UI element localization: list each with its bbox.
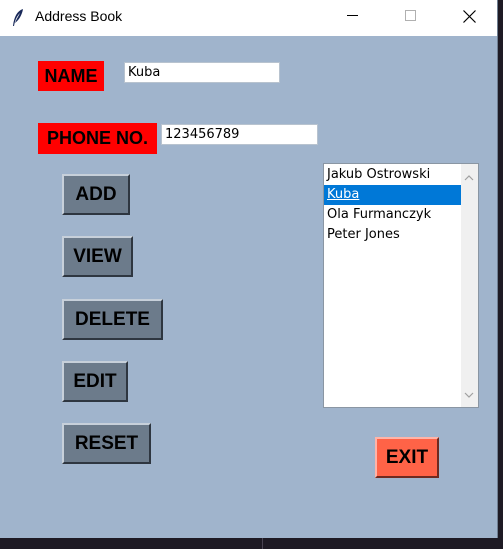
feather-icon <box>11 8 25 28</box>
window-title: Address Book <box>35 8 123 24</box>
chevron-up-icon[interactable] <box>464 168 474 186</box>
maximize-icon <box>405 10 417 22</box>
name-label: NAME <box>38 61 104 91</box>
phone-field[interactable]: 123456789 <box>161 124 318 145</box>
taskbar <box>0 538 503 549</box>
list-item[interactable]: Jakub Ostrowski <box>324 165 477 185</box>
view-button[interactable]: VIEW <box>62 236 133 277</box>
list-item[interactable]: Ola Furmanczyk <box>324 205 477 225</box>
reset-button[interactable]: RESET <box>62 423 151 464</box>
close-icon <box>462 9 476 23</box>
title-bar[interactable]: Address Book <box>0 0 497 36</box>
minimize-button[interactable] <box>330 0 376 32</box>
contacts-list: Jakub Ostrowski Kuba Ola Furmanczyk Pete… <box>324 165 477 245</box>
close-button[interactable] <box>446 0 492 32</box>
maximize-button[interactable] <box>388 0 434 32</box>
phone-label: PHONE NO. <box>38 123 157 154</box>
list-scrollbar[interactable] <box>461 164 478 407</box>
contacts-listbox[interactable]: Jakub Ostrowski Kuba Ola Furmanczyk Pete… <box>323 163 479 408</box>
address-book-window: Address Book NAME Kuba PHONE NO. 1234567… <box>0 0 498 538</box>
add-button[interactable]: ADD <box>62 174 130 215</box>
exit-button[interactable]: EXIT <box>375 437 439 478</box>
name-field[interactable]: Kuba <box>124 62 280 83</box>
list-item-selected[interactable]: Kuba <box>324 185 477 205</box>
delete-button[interactable]: DELETE <box>62 299 163 340</box>
edit-button[interactable]: EDIT <box>62 361 128 402</box>
chevron-down-icon[interactable] <box>464 385 474 403</box>
minimize-icon <box>347 15 359 17</box>
taskbar-divider <box>262 538 263 549</box>
list-item[interactable]: Peter Jones <box>324 225 477 245</box>
